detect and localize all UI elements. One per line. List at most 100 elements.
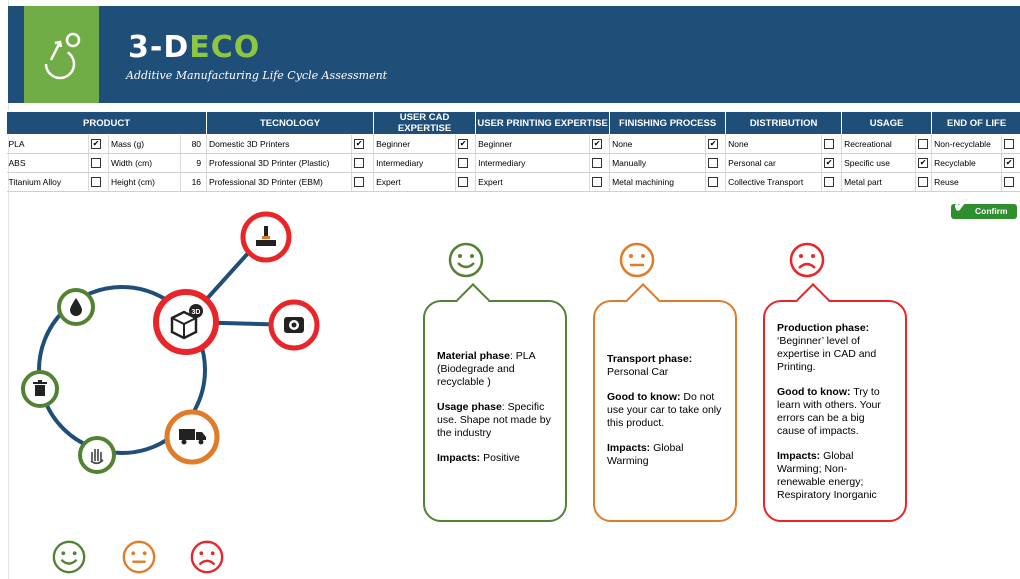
eol-checkbox[interactable]	[1004, 139, 1015, 150]
smiley-sad-icon	[789, 242, 825, 278]
dist-checkbox[interactable]	[824, 177, 835, 188]
trash-icon	[33, 380, 47, 396]
impacts-title: Impacts:	[437, 452, 481, 464]
node-design[interactable]	[240, 211, 292, 263]
cad-checkbox[interactable]: ✔	[458, 139, 469, 150]
finish-checkbox[interactable]	[708, 158, 719, 169]
impacts-title: Impacts:	[777, 450, 821, 462]
usage-checkbox[interactable]	[918, 139, 929, 150]
option-cell: ✔	[821, 153, 843, 173]
option-cell	[915, 134, 933, 154]
dim-label-cell: Mass (g)	[108, 134, 181, 154]
material-checkbox[interactable]	[91, 158, 101, 169]
eol-cell: Reuse	[931, 172, 1003, 192]
option-cell	[351, 172, 375, 192]
tech-cell: Domestic 3D Printers	[206, 134, 353, 154]
production-phase-text: ‘Beginner’ level of expertise in CAD and…	[777, 335, 877, 373]
tech-checkbox[interactable]	[354, 177, 365, 188]
usage-cell: Metal part	[841, 172, 917, 192]
finish-checkbox[interactable]: ✔	[708, 139, 719, 150]
option-cell	[915, 172, 933, 192]
node-material[interactable]	[57, 288, 95, 326]
option-cell	[821, 134, 843, 154]
impacts-title: Impacts:	[607, 442, 651, 454]
dist-checkbox[interactable]: ✔	[824, 158, 835, 169]
logo	[24, 6, 99, 103]
dist-checkbox[interactable]	[824, 139, 835, 150]
options-table: PRODUCT TECNOLOGY USER CAD EXPERTISE USE…	[5, 111, 1020, 192]
option-cell	[589, 172, 611, 192]
option-cell: ✔	[455, 134, 477, 154]
impacts-text: Positive	[480, 452, 520, 464]
print-checkbox[interactable]: ✔	[592, 139, 603, 150]
node-finishing[interactable]	[268, 299, 320, 351]
node-production[interactable]: 3D	[153, 289, 219, 355]
good-to-know-title: Good to know:	[607, 391, 681, 403]
cad-checkbox[interactable]	[458, 158, 469, 169]
finish-cell: Manually	[609, 153, 707, 173]
smiley-neutral-icon	[619, 242, 655, 278]
material-cell: ABS	[6, 153, 89, 173]
eol-cell: Non-recyclable	[931, 134, 1003, 154]
table-row: Titanium Alloy Height (cm) 16 Professional …	[6, 172, 1020, 192]
app-title: 3-DECO	[128, 30, 261, 65]
option-cell: ✔	[915, 153, 933, 173]
legend-happy-icon	[52, 540, 86, 574]
dim-label-cell: Width (cm)	[108, 153, 181, 173]
usage-phase-title: Usage phase	[437, 401, 502, 413]
dim-value-cell[interactable]: 9	[180, 153, 208, 173]
material-phase-title: Material phase	[437, 350, 510, 362]
cad-checkbox[interactable]	[458, 177, 469, 188]
cad-cell: Expert	[373, 172, 457, 192]
material-checkbox[interactable]: ✔	[91, 139, 101, 150]
material-checkbox[interactable]	[91, 177, 101, 188]
smiley-happy-icon	[448, 242, 484, 278]
print-cell: Expert	[475, 172, 591, 192]
cad-cell: Intermediary	[373, 153, 457, 173]
material-cell: PLA	[6, 134, 89, 154]
dist-cell: None	[725, 134, 823, 154]
header-cad-expertise: USER CAD EXPERTISE	[373, 111, 477, 135]
table-row: PLA ✔ Mass (g) 80 Domestic 3D Printers ✔ Begin…	[6, 134, 1020, 154]
node-distribution[interactable]	[164, 409, 220, 465]
eol-checkbox[interactable]: ✔	[1004, 158, 1015, 169]
production-phase-bubble: Production phase: ‘Beginner’ level of exp…	[763, 283, 907, 522]
recycle-loop-icon	[44, 32, 81, 80]
tech-cell: Professional 3D Printer (Plastic)	[206, 153, 353, 173]
eol-cell: Recyclable	[931, 153, 1003, 173]
tech-checkbox[interactable]: ✔	[354, 139, 365, 150]
transport-phase-title: Transport phase:	[607, 353, 693, 365]
header-printing-expertise: USER PRINTING EXPERTISE	[475, 111, 611, 135]
dist-cell: Personal car	[725, 153, 823, 173]
dist-cell: Collective Transport	[725, 172, 823, 192]
transport-phase-text: Personal Car	[607, 366, 669, 378]
option-cell: ✔	[1001, 153, 1020, 173]
tech-cell: Professional 3D Printer (EBM)	[206, 172, 353, 192]
dim-value-cell[interactable]: 16	[180, 172, 208, 192]
checkmark-icon: ✔	[953, 195, 970, 217]
node-usage[interactable]	[78, 436, 116, 474]
option-cell	[88, 172, 109, 192]
cad-cell: Beginner	[373, 134, 457, 154]
print-checkbox[interactable]	[592, 158, 603, 169]
material-cell: Titanium Alloy	[6, 172, 89, 192]
option-cell: ✔	[589, 134, 611, 154]
print-checkbox[interactable]	[592, 177, 603, 188]
option-cell	[455, 153, 477, 173]
option-cell	[1001, 134, 1020, 154]
good-to-know-title: Good to know:	[777, 386, 851, 398]
header-technology: TECNOLOGY	[206, 111, 375, 135]
eol-checkbox[interactable]	[1004, 177, 1015, 188]
finish-checkbox[interactable]	[708, 177, 719, 188]
usage-checkbox[interactable]: ✔	[918, 158, 929, 169]
option-cell	[455, 172, 477, 192]
production-phase-title: Production phase:	[777, 322, 870, 334]
option-cell	[589, 153, 611, 173]
header-usage: USAGE	[841, 111, 933, 135]
tech-checkbox[interactable]	[354, 158, 365, 169]
node-end-of-life[interactable]	[21, 370, 59, 408]
usage-checkbox[interactable]	[918, 177, 929, 188]
option-cell	[1001, 172, 1020, 192]
dim-value-cell[interactable]: 80	[180, 134, 208, 154]
confirm-button[interactable]: ✔ Confirm	[951, 196, 1017, 219]
